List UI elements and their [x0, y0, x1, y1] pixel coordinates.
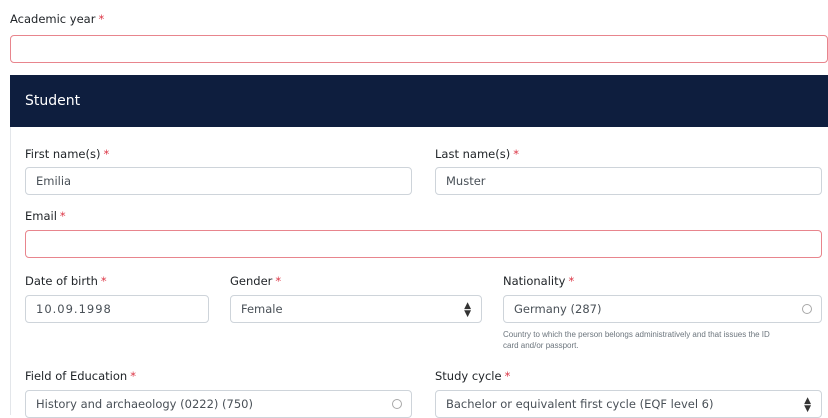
required-mark: * — [504, 369, 511, 383]
date-of-birth-label-text: Date of birth — [25, 274, 98, 288]
gender-label-text: Gender — [230, 274, 273, 288]
email-label: Email * — [25, 209, 66, 223]
student-card-header: Student — [10, 75, 828, 127]
academic-year-input[interactable] — [10, 35, 828, 63]
select-arrows-icon: ▲ ▼ — [804, 396, 811, 414]
academic-year-label-text: Academic year — [10, 12, 96, 26]
required-mark: * — [59, 209, 66, 223]
nationality-help-line2: card and/or passport. — [503, 341, 579, 350]
required-mark: * — [568, 274, 575, 288]
required-mark: * — [98, 12, 105, 26]
field-of-education-label-text: Field of Education — [25, 369, 128, 383]
field-of-education-select-value: History and archaeology (0222) (750) — [36, 397, 253, 411]
clear-circle-icon[interactable] — [802, 304, 812, 314]
date-of-birth-input[interactable]: 10.09.1998 — [25, 295, 209, 323]
select-arrows-icon: ▲ ▼ — [464, 301, 471, 319]
last-name-label: Last name(s) * — [435, 147, 519, 161]
gender-label: Gender * — [230, 274, 281, 288]
nationality-select-value: Germany (287) — [514, 302, 602, 316]
email-input[interactable] — [25, 230, 822, 258]
study-cycle-label: Study cycle * — [435, 369, 510, 383]
nationality-help-line1: Country to which the person belongs admi… — [503, 330, 770, 339]
study-cycle-label-text: Study cycle — [435, 369, 502, 383]
student-card-title: Student — [25, 93, 81, 109]
first-name-label-text: First name(s) — [25, 147, 101, 161]
required-mark: * — [100, 274, 107, 288]
required-mark: * — [513, 147, 519, 161]
required-mark: * — [130, 369, 136, 383]
gender-select[interactable]: Female ▲ ▼ — [230, 295, 482, 323]
first-name-input[interactable]: Emilia — [25, 167, 412, 195]
email-label-text: Email — [25, 209, 57, 223]
required-mark: * — [103, 147, 110, 161]
date-of-birth-label: Date of birth * — [25, 274, 107, 288]
nationality-help-text: Country to which the person belongs admi… — [503, 329, 822, 351]
study-cycle-select-value: Bachelor or equivalent first cycle (EQF … — [446, 397, 714, 411]
required-mark: * — [275, 274, 282, 288]
nationality-select[interactable]: Germany (287) — [503, 295, 822, 323]
field-of-education-label: Field of Education * — [25, 369, 136, 383]
last-name-label-text: Last name(s) — [435, 147, 511, 161]
first-name-label: First name(s) * — [25, 147, 109, 161]
nationality-label: Nationality * — [503, 274, 574, 288]
nationality-label-text: Nationality — [503, 274, 566, 288]
clear-circle-icon[interactable] — [392, 399, 402, 409]
gender-select-value: Female — [241, 302, 283, 316]
field-of-education-select[interactable]: History and archaeology (0222) (750) — [25, 390, 412, 418]
last-name-input[interactable]: Muster — [435, 167, 822, 195]
study-cycle-select[interactable]: Bachelor or equivalent first cycle (EQF … — [435, 390, 822, 418]
academic-year-label: Academic year * — [10, 12, 104, 26]
